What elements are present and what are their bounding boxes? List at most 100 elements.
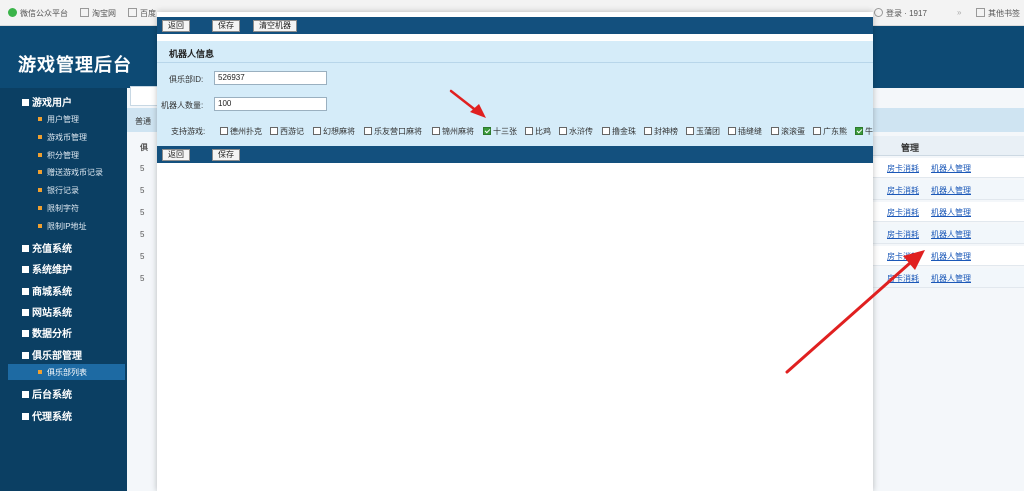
robot-manage-link[interactable]: 机器人管理 <box>931 207 971 218</box>
bullet-icon <box>38 188 42 192</box>
game-checkbox[interactable]: 德州扑克 <box>220 126 262 137</box>
checkbox-icon <box>728 127 736 135</box>
game-checkbox[interactable]: 比鸡 <box>525 126 551 137</box>
left-cell-fragment: 5 <box>140 274 145 283</box>
sidebar-item-restricted-ip[interactable]: 限制IP地址 <box>38 221 87 232</box>
robot-manage-link[interactable]: 机器人管理 <box>931 273 971 284</box>
table-row: 房卡消耗 机器人管理 <box>873 268 1024 288</box>
expand-icon <box>22 330 29 337</box>
game-checkbox[interactable]: 插缝缝 <box>728 126 762 137</box>
sidebar-item-points-manage[interactable]: 积分管理 <box>38 150 79 161</box>
clear-robots-button[interactable]: 清空机器 <box>253 20 297 32</box>
checkbox-icon <box>525 127 533 135</box>
save-button[interactable]: 保存 <box>212 20 240 32</box>
table-row: 房卡消耗 机器人管理 <box>873 202 1024 222</box>
sidebar-group-club[interactable]: 俱乐部管理 <box>22 347 82 362</box>
club-id-input[interactable]: 526937 <box>214 71 327 85</box>
club-id-label: 俱乐部ID: <box>169 75 204 84</box>
table-row: 房卡消耗 机器人管理 <box>873 180 1024 200</box>
sidebar-item-club-list[interactable]: 俱乐部列表 <box>38 367 87 378</box>
sidebar-item-gift-coin-records[interactable]: 赠送游戏币记录 <box>38 167 103 178</box>
sidebar-group-backend[interactable]: 后台系统 <box>22 386 72 401</box>
robot-manage-link[interactable]: 机器人管理 <box>931 163 971 174</box>
sidebar-item-user-manage[interactable]: 用户管理 <box>38 114 79 125</box>
checkbox-icon <box>364 127 372 135</box>
bullet-icon <box>38 224 42 228</box>
bookmark-taobao[interactable]: 淘宝网 <box>80 8 116 19</box>
expand-icon <box>22 391 29 398</box>
expand-icon <box>22 245 29 252</box>
game-checkbox[interactable]: 玉蒲团 <box>686 126 720 137</box>
back-button[interactable]: 返回 <box>162 149 190 161</box>
robot-manage-link[interactable]: 机器人管理 <box>931 229 971 240</box>
left-cell-fragment: 5 <box>140 230 145 239</box>
game-checkbox-checked[interactable]: 牛 <box>855 126 873 137</box>
expand-icon <box>22 413 29 420</box>
game-checkbox[interactable]: 西游记 <box>270 126 304 137</box>
bullet-icon <box>38 206 42 210</box>
checkbox-icon <box>813 127 821 135</box>
room-card-usage-link[interactable]: 房卡消耗 <box>887 273 919 284</box>
bookmark-wechat[interactable]: 微信公众平台 <box>8 8 68 19</box>
bookmark-login[interactable]: 登录 · 1917 <box>874 8 927 19</box>
game-checkbox[interactable]: 封神榜 <box>644 126 678 137</box>
form-heading: 机器人信息 <box>157 41 873 63</box>
bullet-icon <box>38 370 42 374</box>
collapse-icon <box>22 99 29 106</box>
table-row: 房卡消耗 机器人管理 <box>873 246 1024 266</box>
content-tab[interactable] <box>130 86 160 106</box>
game-checkbox-checked[interactable]: 十三张 <box>483 126 517 137</box>
checkbox-icon <box>644 127 652 135</box>
back-button[interactable]: 返回 <box>162 20 190 32</box>
sidebar-item-bank-records[interactable]: 银行记录 <box>38 185 79 196</box>
bullet-icon <box>38 153 42 157</box>
game-checkbox[interactable]: 水浒传 <box>559 126 593 137</box>
bullet-icon <box>38 170 42 174</box>
game-checkbox[interactable]: 乐友营口麻将 <box>364 126 422 137</box>
game-checkbox[interactable]: 广东熊 <box>813 126 847 137</box>
other-bookmarks[interactable]: 其他书签 <box>976 8 1020 19</box>
game-checkbox[interactable]: 撸金珠 <box>602 126 636 137</box>
sidebar-group-mall[interactable]: 商城系统 <box>22 283 72 298</box>
robot-count-input[interactable]: 100 <box>214 97 327 111</box>
sidebar-group-maintenance[interactable]: 系统维护 <box>22 261 72 276</box>
robot-manage-link[interactable]: 机器人管理 <box>931 251 971 262</box>
room-card-usage-link[interactable]: 房卡消耗 <box>887 251 919 262</box>
room-card-usage-link[interactable]: 房卡消耗 <box>887 163 919 174</box>
room-card-usage-link[interactable]: 房卡消耗 <box>887 185 919 196</box>
left-header-fragment: 俱 <box>140 143 148 152</box>
bookmark-baidu[interactable]: 百度 <box>128 8 156 19</box>
expand-icon <box>22 266 29 273</box>
background-left-column: 俱 5 5 5 5 5 5 <box>130 136 158 286</box>
robot-count-label: 机器人数量: <box>161 101 204 110</box>
sidebar-group-agent[interactable]: 代理系统 <box>22 408 72 423</box>
sidebar-item-restricted-chars[interactable]: 限制字符 <box>38 203 79 214</box>
sidebar-group-website[interactable]: 网站系统 <box>22 304 72 319</box>
save-button[interactable]: 保存 <box>212 149 240 161</box>
checkbox-checked-icon <box>483 127 491 135</box>
toolbar-text: 普通 <box>135 117 151 126</box>
collapse-icon <box>22 352 29 359</box>
left-cell-fragment: 5 <box>140 252 145 261</box>
baidu-icon <box>128 8 137 17</box>
room-card-usage-link[interactable]: 房卡消耗 <box>887 207 919 218</box>
admin-title: 游戏管理后台 <box>18 55 132 75</box>
sidebar-group-recharge[interactable]: 充值系统 <box>22 240 72 255</box>
table-header-manage: 管理 <box>873 136 1024 156</box>
sidebar-group-analytics[interactable]: 数据分析 <box>22 325 72 340</box>
game-checkbox[interactable]: 滚滚蛋 <box>771 126 805 137</box>
game-checkbox[interactable]: 锦州麻将 <box>432 126 474 137</box>
room-card-usage-link[interactable]: 房卡消耗 <box>887 229 919 240</box>
table-row: 房卡消耗 机器人管理 <box>873 158 1024 178</box>
more-bookmarks-icon[interactable]: » <box>957 8 961 17</box>
robot-info-modal: 返回 保存 清空机器 机器人信息 俱乐部ID: 526937 机器人数量: 10… <box>157 12 873 491</box>
left-cell-fragment: 5 <box>140 208 145 217</box>
taobao-icon <box>80 8 89 17</box>
sidebar-group-game-users[interactable]: 游戏用户 <box>22 94 72 109</box>
sidebar-item-coin-manage[interactable]: 游戏币管理 <box>38 132 87 143</box>
checkbox-icon <box>432 127 440 135</box>
user-icon <box>874 8 883 17</box>
expand-icon <box>22 309 29 316</box>
robot-manage-link[interactable]: 机器人管理 <box>931 185 971 196</box>
game-checkbox[interactable]: 幻想麻将 <box>313 126 355 137</box>
